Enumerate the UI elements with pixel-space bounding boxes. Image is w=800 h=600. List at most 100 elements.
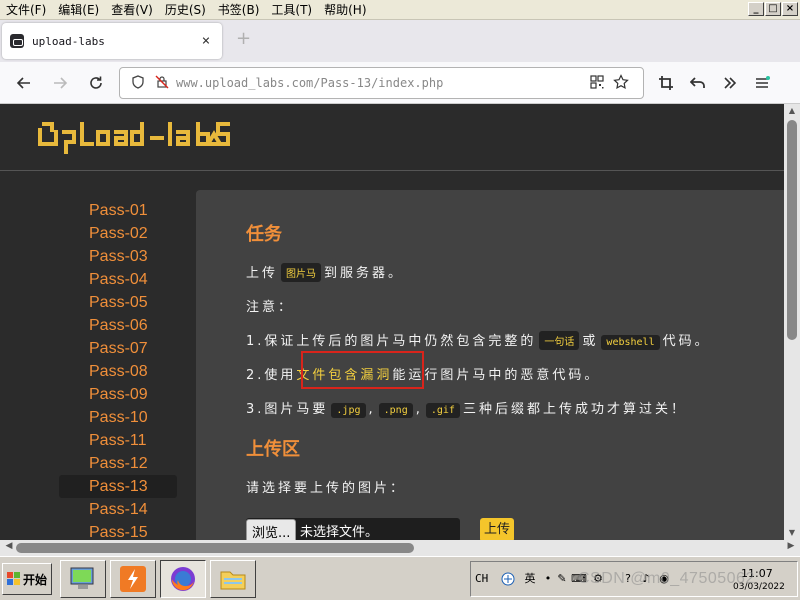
task-item-3-post: 三种后缀都上传成功才算过关！ — [462, 402, 687, 417]
scroll-up-icon[interactable]: ▲ — [784, 104, 800, 118]
bookmark-star-icon[interactable] — [611, 73, 631, 93]
tab-strip: upload-labs × + — [0, 20, 800, 62]
task-item-1-mid: 或 — [582, 334, 599, 349]
language-indicator[interactable]: CH — [475, 572, 488, 585]
pass-link-01[interactable]: Pass-01 — [59, 199, 177, 222]
task-note: 注意： — [246, 300, 295, 315]
taskbar-app-computer[interactable] — [60, 560, 106, 598]
pass-link-07[interactable]: Pass-07 — [59, 337, 177, 360]
task-item-3-pre: 3.图片马要 — [246, 402, 329, 417]
pass-link-13-active[interactable]: Pass-13 — [59, 475, 177, 498]
horizontal-scroll-thumb[interactable] — [16, 543, 414, 553]
menu-bookmarks[interactable]: 书签(B) — [212, 1, 266, 18]
horizontal-scrollbar[interactable]: ◀ ▶ — [0, 540, 800, 556]
red-annotation-box — [301, 351, 424, 389]
site-header — [0, 104, 784, 170]
menu-tools[interactable]: 工具(T) — [265, 1, 318, 18]
crop-screenshot-button[interactable] — [650, 67, 682, 99]
undo-button[interactable] — [682, 67, 714, 99]
code-gif: .gif — [425, 403, 460, 418]
pass-link-09[interactable]: Pass-09 — [59, 383, 177, 406]
scroll-down-icon[interactable]: ▼ — [784, 526, 800, 540]
taskbar-app-firefox[interactable] — [160, 560, 206, 598]
ime-punct-icon[interactable]: • — [541, 572, 555, 586]
menu-edit[interactable]: 编辑(E) — [52, 1, 105, 18]
undo-icon — [690, 77, 705, 88]
toolbar-right — [650, 67, 778, 99]
taskbar-app-burp[interactable] — [110, 560, 156, 598]
task-item-2-pre: 2.使用 — [246, 368, 297, 383]
pass-link-11[interactable]: Pass-11 — [59, 429, 177, 452]
nav-bar: www.upload_labs.com/Pass-13/index.php — [0, 62, 800, 104]
menu-history[interactable]: 历史(S) — [159, 1, 212, 18]
code-one-liner: 一句话 — [539, 331, 580, 350]
task-item-1: 1.保证上传后的图片马中仍然包含完整的 一句话或 webshell 代码。 — [246, 330, 711, 350]
double-chevron-icon — [724, 77, 737, 89]
start-label: 开始 — [22, 572, 47, 587]
pass-link-10[interactable]: Pass-10 — [59, 406, 177, 429]
reload-icon — [90, 76, 102, 89]
url-path: /Pass-13/index.php — [313, 76, 444, 90]
firefox-icon — [171, 567, 195, 591]
insecure-lock-icon[interactable] — [152, 75, 172, 92]
tab-upload-labs[interactable]: upload-labs × — [2, 23, 222, 59]
task-item-3-sep-2: , — [415, 402, 423, 417]
code-png: .png — [378, 403, 413, 418]
pass-link-03[interactable]: Pass-03 — [59, 245, 177, 268]
forward-button[interactable] — [44, 67, 76, 99]
vertical-scroll-thumb[interactable] — [787, 120, 797, 340]
task-line-1: 上传 图片马 到服务器。 — [246, 262, 404, 282]
pass-link-02[interactable]: Pass-02 — [59, 222, 177, 245]
pass-link-14[interactable]: Pass-14 — [59, 498, 177, 521]
close-window-button[interactable]: × — [782, 2, 798, 16]
upload-submit-button[interactable]: 上传 — [480, 518, 514, 542]
watermark: CSDN @m0_47505062 — [578, 570, 755, 587]
pass-link-06[interactable]: Pass-06 — [59, 314, 177, 337]
pass-link-04[interactable]: Pass-04 — [59, 268, 177, 291]
pencil-icon[interactable]: ✎ — [555, 572, 569, 586]
forward-arrow-icon — [54, 77, 68, 89]
task-item-1-post: 代码。 — [662, 334, 711, 349]
new-tab-button[interactable]: + — [236, 28, 251, 49]
upload-labs-logo[interactable] — [36, 116, 266, 156]
network-icon[interactable] — [501, 572, 515, 586]
start-button[interactable]: 开始 — [2, 563, 52, 595]
upload-prompt: 请选择要上传的图片： — [246, 481, 407, 496]
hamburger-icon — [756, 76, 770, 88]
vertical-scrollbar[interactable]: ▲ ▼ — [784, 104, 800, 540]
menu-button[interactable] — [746, 67, 778, 99]
pass-link-05[interactable]: Pass-05 — [59, 291, 177, 314]
screen: 文件(F) 编辑(E) 查看(V) 历史(S) 书签(B) 工具(T) 帮助(H… — [0, 0, 800, 600]
code-image-horse: 图片马 — [281, 263, 322, 282]
reload-button[interactable] — [80, 67, 112, 99]
favicon-icon — [10, 34, 24, 48]
window-controls: _ □ × — [748, 2, 798, 16]
shield-icon[interactable] — [128, 74, 148, 92]
url-host: www.upload_labs.com — [176, 76, 314, 90]
task-heading: 任务 — [246, 224, 282, 244]
scroll-right-icon[interactable]: ▶ — [784, 541, 798, 551]
crop-icon — [659, 76, 673, 90]
upload-heading: 上传区 — [246, 439, 300, 459]
pass-link-15[interactable]: Pass-15 — [59, 521, 177, 540]
pass-link-08[interactable]: Pass-08 — [59, 360, 177, 383]
scroll-left-icon[interactable]: ◀ — [2, 541, 16, 551]
code-webshell: webshell — [601, 335, 660, 350]
taskbar-app-explorer[interactable] — [210, 560, 256, 598]
address-bar[interactable]: www.upload_labs.com/Pass-13/index.php — [119, 67, 644, 99]
minimize-button[interactable]: _ — [748, 2, 764, 16]
overflow-button[interactable] — [714, 67, 746, 99]
pass-link-12[interactable]: Pass-12 — [59, 452, 177, 475]
qr-code-icon[interactable] — [587, 74, 607, 92]
menu-file[interactable]: 文件(F) — [0, 1, 52, 18]
ime-icon[interactable]: 英 — [523, 572, 537, 586]
code-jpg: .jpg — [331, 403, 366, 418]
tab-close-icon[interactable]: × — [198, 33, 214, 49]
menu-help[interactable]: 帮助(H) — [318, 1, 372, 18]
computer-icon — [70, 567, 94, 589]
back-button[interactable] — [8, 67, 40, 99]
task-item-3: 3.图片马要 .jpg, .png, .gif 三种后缀都上传成功才算过关！ — [246, 398, 687, 418]
windows-logo-icon — [6, 572, 20, 585]
maximize-button[interactable]: □ — [765, 2, 781, 16]
menu-view[interactable]: 查看(V) — [105, 1, 159, 18]
